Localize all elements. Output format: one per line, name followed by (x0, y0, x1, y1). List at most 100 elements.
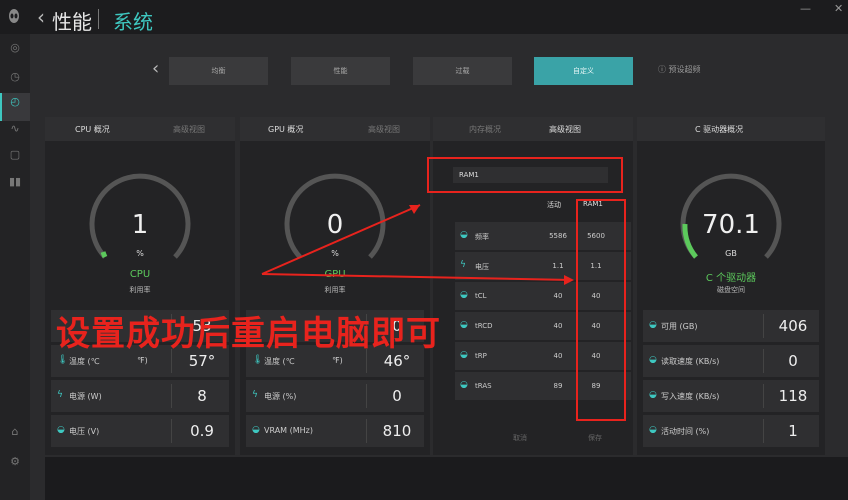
annotation-text: 设置成功后重启电脑即可 (56, 314, 441, 354)
bolt-icon: ϟ (460, 260, 466, 270)
sidebar-performance-icon[interactable]: ◷ (7, 69, 23, 85)
tab-balanced[interactable]: 均衡 (169, 57, 268, 85)
disk-used-unit: GB (725, 249, 737, 258)
sidebar-fx-icon[interactable]: ∿ (7, 121, 23, 137)
preset-label: 预设超频 (668, 65, 701, 74)
info-icon: ⓘ (658, 65, 669, 74)
ram-profile-value: 40 (591, 322, 601, 330)
ram-active-value: 1.1 (552, 262, 564, 270)
disk-write-value: 118 (778, 387, 808, 405)
disk-overview-tab[interactable]: C 驱动器概况 (695, 124, 743, 135)
cpu-advanced-tab[interactable]: 高级视图 (173, 124, 205, 135)
gauge-icon: ◒ (649, 355, 657, 365)
sidebar-device-icon[interactable]: ▢ (7, 147, 23, 163)
disk-space-label: 磁盘空间 (717, 286, 745, 294)
gpu-label: GPU (324, 269, 346, 280)
gpu-temp-label: 温度 (℃ (264, 357, 295, 366)
disk-active-label: 活动时间 (%) (661, 427, 710, 436)
gauge-icon: ◒ (460, 230, 468, 240)
ram-cancel-button[interactable]: 取消 (513, 433, 527, 443)
ram-row-trp: ◒ tRP 40 40 (455, 342, 631, 370)
ram-active-value: 89 (553, 382, 563, 390)
page-subtitle: 系统 (113, 10, 153, 34)
disk-used-value: 70.1 (702, 210, 760, 240)
disk-read-row: ◒ 读取速度 (KB/s) 0 (643, 345, 819, 377)
disk-active-row: ◒ 活动时间 (%) 1 (643, 415, 819, 447)
gpu-vram-value: 810 (382, 422, 412, 440)
ram-save-button[interactable]: 保存 (588, 433, 602, 443)
ram-row-trcd: ◒ tRCD 40 40 (455, 312, 631, 340)
gpu-panel: GPU 概况 高级视图 0 % GPU 利用率 0 🌡 温度 (℃ ℉) 46° ϟ电… (240, 117, 430, 455)
ram-profile-select[interactable]: RAM1 (453, 167, 608, 183)
ram-col-active: 活动 (547, 201, 561, 209)
cpu-label: CPU (129, 269, 151, 280)
bottom-bar (45, 457, 848, 500)
gauge-icon: ◒ (460, 380, 468, 390)
disk-free-row: ◒ 可用 (GB) 406 (643, 310, 819, 342)
gpu-power-label: 电源 (%) (264, 392, 297, 401)
gpu-vram-label: VRAM (MHz) (264, 426, 313, 435)
ram-profile-value: 5600 (587, 232, 605, 240)
tabs-back-icon[interactable]: ‹ (152, 58, 159, 79)
cpu-overview-tab[interactable]: CPU 概况 (75, 124, 110, 135)
ram-profile-value: 40 (591, 292, 601, 300)
ram-active-value: 40 (553, 322, 563, 330)
page-title: 性能 (52, 10, 92, 34)
disk-panel: C 驱动器概况 70.1 GB C 个驱动器 磁盘空间 ◒ 可用 (GB) 406 … (637, 117, 825, 455)
gpu-overview-tab[interactable]: GPU 概况 (268, 124, 303, 135)
sidebar-help-icon[interactable]: ⌂ (7, 424, 23, 440)
ram-advanced-tab[interactable]: 高级视图 (549, 124, 581, 135)
ram-active-value: 5586 (549, 232, 567, 240)
gpu-power-value: 0 (392, 387, 402, 405)
ram-row-frequency: ◒ 频率 5586 5600 (455, 222, 631, 250)
ram-panel-header: 内存概况 高级视图 (433, 117, 633, 141)
cpu-usage-unit: % (136, 249, 144, 258)
preset-overclock-link[interactable]: ⓘ 预设超频 (658, 64, 701, 75)
gauge-icon: ◒ (649, 320, 657, 330)
disk-read-label: 读取速度 (KB/s) (661, 357, 720, 366)
ram-row-label: 电压 (475, 263, 489, 271)
ram-active-value: 40 (553, 352, 563, 360)
ram-row-label: 频率 (475, 233, 489, 241)
tab-overclock[interactable]: 过载 (413, 57, 512, 85)
thermometer-icon: 🌡 (57, 355, 69, 365)
ram-overview-tab[interactable]: 内存概况 (469, 124, 501, 135)
ram-row-tcl: ◒ tCL 40 40 (455, 282, 631, 310)
cpu-usage-value: 1 (131, 210, 149, 240)
gpu-vram-row: ◒ VRAM (MHz) 810 (246, 415, 424, 447)
ram-row-label: tRCD (475, 322, 493, 330)
gauge-icon: ◒ (460, 350, 468, 360)
sidebar-mode-icon[interactable]: ▮▮ (7, 174, 23, 190)
bolt-icon: ϟ (252, 390, 258, 400)
cpu-voltage-value: 0.9 (190, 422, 214, 440)
sidebar-settings-icon[interactable]: ⚙ (7, 454, 23, 470)
close-icon[interactable]: ✕ (834, 2, 843, 15)
disk-panel-header: C 驱动器概况 (637, 117, 825, 141)
gpu-advanced-tab[interactable]: 高级视图 (368, 124, 400, 135)
cpu-temp-unit-label: ℉) (137, 356, 148, 365)
disk-write-row: ◒ 写入速度 (KB/s) 118 (643, 380, 819, 412)
cpu-power-label: 电源 (W) (69, 392, 102, 401)
bolt-icon: ϟ (57, 390, 63, 400)
tab-custom[interactable]: 自定义 (534, 57, 633, 85)
ram-row-tras: ◒ tRAS 89 89 (455, 372, 631, 400)
gauge-icon: ◒ (460, 320, 468, 330)
minimize-icon[interactable]: — (800, 2, 811, 15)
ram-row-label: tCL (475, 292, 487, 300)
gpu-usage-unit: % (331, 249, 339, 258)
back-chevron-icon[interactable]: ‹ (37, 5, 45, 29)
ram-col-profile: RAM1 (583, 200, 603, 208)
title-bar: ‹ 性能 系统 — ✕ (0, 0, 848, 34)
gauge-icon: ◒ (460, 290, 468, 300)
disk-active-value: 1 (788, 422, 798, 440)
title-divider (98, 9, 99, 29)
ram-profile-value: 89 (591, 382, 601, 390)
ram-row-voltage: ϟ 电压 1.1 1.1 (455, 252, 631, 280)
cpu-panel: CPU 概况 高级视图 1 % CPU 利用率 53 🌡 温度 (℃ ℉) 57° ϟ… (45, 117, 235, 455)
sidebar-home-icon[interactable]: ◎ (7, 40, 23, 56)
sidebar-system-icon[interactable]: ◴ (7, 94, 23, 110)
disk-free-label: 可用 (GB) (661, 322, 698, 331)
tab-performance[interactable]: 性能 (291, 57, 390, 85)
ram-active-value: 40 (553, 292, 563, 300)
cpu-power-row: ϟ 电源 (W) 8 (51, 380, 229, 412)
